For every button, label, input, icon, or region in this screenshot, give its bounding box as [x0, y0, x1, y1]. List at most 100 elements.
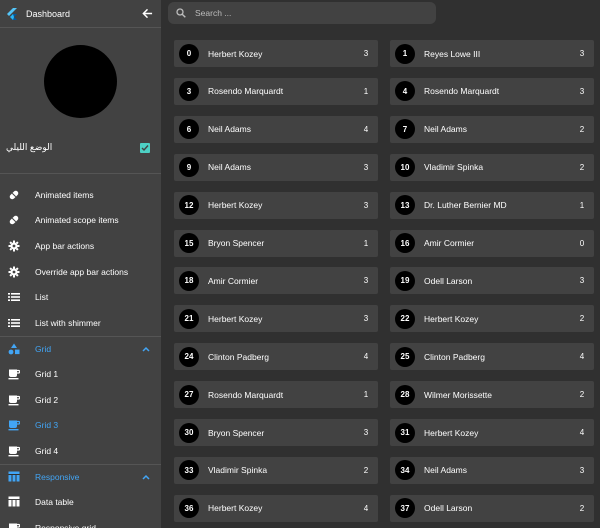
sidebar-item-grid-2[interactable]: Grid 2 — [0, 387, 161, 413]
card-count: 3 — [363, 200, 369, 210]
card-count: 2 — [363, 465, 369, 475]
card-id-badge: 30 — [179, 422, 199, 443]
sidebar-item-animated-items[interactable]: Animated items — [0, 182, 161, 208]
grid-card[interactable]: 24 Clinton Padberg 4 — [174, 343, 378, 371]
card-name: Bryon Spencer — [208, 238, 265, 248]
sidebar-item-list-with-shimmer[interactable]: List with shimmer — [0, 310, 161, 336]
card-count: 4 — [579, 428, 585, 437]
nav-group-responsive[interactable]: Responsive — [0, 463, 161, 490]
card-id-badge: 36 — [179, 498, 199, 519]
table-icon — [8, 496, 20, 508]
card-count: 1 — [363, 86, 369, 96]
grid-card[interactable]: 31 Herbert Kozey 4 — [390, 419, 594, 446]
grid-card[interactable]: 33 Vladimir Spinka 2 — [174, 456, 378, 484]
card-count: 1 — [579, 200, 585, 210]
card-id-badge: 3 — [179, 81, 199, 102]
card-name: Clinton Padberg — [208, 351, 269, 362]
grid-card[interactable]: 30 Bryon Spencer 3 — [174, 419, 378, 446]
sidebar-item-label: Animated items — [35, 189, 94, 200]
grid-card[interactable]: 13 Dr. Luther Bernier MD 1 — [390, 191, 594, 219]
back-arrow-icon[interactable] — [140, 7, 154, 21]
sidebar-item-list[interactable]: List — [0, 284, 161, 310]
pill-icon — [8, 189, 20, 201]
sidebar-item-label: Grid 2 — [35, 394, 59, 405]
main-content: 0Herbert Kozey31Reyes Lowe III33Rosendo … — [161, 0, 600, 528]
sidebar-item-responsive-grid[interactable]: Responsive grid — [0, 515, 161, 528]
card-count: 3 — [579, 276, 585, 286]
chevron-up-icon[interactable] — [141, 344, 151, 354]
card-count: 4 — [579, 352, 585, 362]
grid-card[interactable]: 18 Amir Cormier 3 — [174, 267, 378, 295]
card-name: Herbert Kozey — [208, 48, 263, 59]
grid-card[interactable]: 15 Bryon Spencer 1 — [174, 229, 378, 257]
card-count: 4 — [363, 124, 369, 134]
avatar[interactable] — [44, 45, 117, 118]
card-count: 3 — [579, 465, 585, 475]
card-id-badge: 33 — [179, 460, 199, 481]
grid-card[interactable]: 25 Clinton Padberg 4 — [390, 343, 594, 371]
grid-card[interactable]: 10 Vladimir Spinka 2 — [390, 153, 594, 181]
card-name: Rosendo Marquardt — [208, 389, 284, 400]
pill-icon — [8, 214, 20, 226]
sidebar-item-label: Grid 3 — [35, 420, 59, 431]
card-id-badge: 10 — [395, 157, 415, 178]
card-count: 2 — [579, 390, 585, 400]
card-count: 3 — [363, 428, 369, 437]
card-count: 3 — [363, 162, 369, 172]
grid-card[interactable]: 9 Neil Adams 3 — [174, 153, 378, 181]
card-id-badge: 16 — [395, 233, 415, 253]
card-name: Herbert Kozey — [424, 313, 479, 324]
grid-card[interactable]: 6 Neil Adams 4 — [174, 115, 378, 143]
coffee-icon — [8, 522, 20, 528]
card-name: Amir Cormier — [208, 275, 259, 286]
chevron-up-icon[interactable] — [141, 472, 151, 482]
sidebar-item-grid-1[interactable]: Grid 1 — [0, 361, 161, 387]
search-input[interactable] — [195, 8, 428, 18]
grid-card[interactable]: 1 Reyes Lowe III 3 — [390, 40, 594, 67]
sidebar-item-data-table[interactable]: Data table — [0, 489, 161, 515]
nav-group-label: Grid — [35, 343, 52, 354]
grid-card[interactable]: 12 Herbert Kozey 3 — [174, 191, 378, 219]
grid-card[interactable]: 27 Rosendo Marquardt 1 — [174, 381, 378, 409]
sidebar-item-label: Responsive grid — [35, 522, 96, 528]
card-name: Herbert Kozey — [208, 503, 263, 514]
dark-mode-row[interactable]: الوضع الليلي — [0, 122, 161, 174]
sidebar-item-animated-scope-items[interactable]: Animated scope items — [0, 208, 161, 234]
sidebar-item-label: Animated scope items — [35, 215, 119, 226]
grid-card[interactable]: 28 Wilmer Morissette 2 — [390, 381, 594, 409]
dark-mode-checkbox[interactable] — [140, 142, 150, 153]
coffee-icon — [8, 445, 20, 457]
sidebar-item-grid-3[interactable]: Grid 3 — [0, 412, 161, 438]
grid-card[interactable]: 34 Neil Adams 3 — [390, 456, 594, 484]
card-count: 2 — [579, 162, 585, 172]
card-id-badge: 24 — [179, 346, 199, 367]
list-icon — [8, 317, 20, 329]
sidebar-item-grid-4[interactable]: Grid 4 — [0, 438, 161, 464]
coffee-icon — [8, 394, 20, 406]
card-count: 2 — [579, 124, 585, 134]
sidebar-item-label: Grid 4 — [35, 445, 59, 456]
grid-card[interactable]: 4 Rosendo Marquardt 3 — [390, 77, 594, 105]
card-id-badge: 6 — [179, 119, 199, 140]
card-count: 4 — [363, 352, 369, 362]
grid-card[interactable]: 16 Amir Cormier 0 — [390, 229, 594, 257]
grid-card[interactable]: 37 Odell Larson 2 — [390, 494, 594, 522]
grid-card[interactable]: 0 Herbert Kozey 3 — [174, 40, 378, 67]
sidebar-item-app-bar-actions[interactable]: App bar actions — [0, 233, 161, 259]
sidebar-item-override-app-bar-actions[interactable]: Override app bar actions — [0, 259, 161, 285]
card-name: Amir Cormier — [424, 238, 475, 248]
card-id-badge: 31 — [395, 422, 415, 443]
grid-card[interactable]: 36 Herbert Kozey 4 — [174, 494, 378, 522]
card-id-badge: 0 — [179, 43, 199, 64]
grid-card[interactable]: 7 Neil Adams 2 — [390, 115, 594, 143]
nav-group-grid[interactable]: Grid — [0, 335, 161, 362]
sidebar-item-label: Override app bar actions — [35, 266, 129, 277]
card-count: 4 — [363, 503, 369, 513]
nav-group-label: Responsive — [35, 471, 80, 482]
search-bar[interactable] — [168, 2, 436, 24]
grid-card[interactable]: 3 Rosendo Marquardt 1 — [174, 77, 378, 105]
grid-card[interactable]: 21 Herbert Kozey 3 — [174, 305, 378, 333]
sidebar-header: Dashboard — [0, 0, 161, 28]
grid-card[interactable]: 19 Odell Larson 3 — [390, 267, 594, 295]
grid-card[interactable]: 22 Herbert Kozey 2 — [390, 305, 594, 333]
